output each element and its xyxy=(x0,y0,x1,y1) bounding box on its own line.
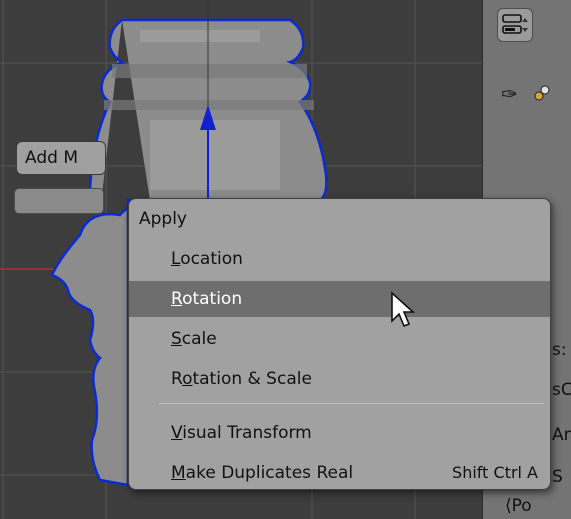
menu-title: Apply xyxy=(139,209,187,229)
panel-fragment: ⟨Po xyxy=(505,496,532,516)
modifier-header[interactable] xyxy=(14,188,104,214)
menu-item-make-duplicates-real[interactable]: Make Duplicates Real Shift Ctrl A xyxy=(129,455,550,491)
object-data-icon[interactable] xyxy=(533,84,551,102)
menu-item-label: ake Duplicates Real xyxy=(185,463,354,483)
panel-fragment: sC xyxy=(552,380,571,400)
mnemonic: M xyxy=(171,463,186,483)
mnemonic: S xyxy=(171,329,182,349)
menu-item-rotation-scale[interactable]: Rotation & Scale xyxy=(129,361,550,397)
mnemonic: V xyxy=(171,423,183,443)
menu-item-label-prefix: R xyxy=(171,369,183,389)
menu-item-scale[interactable]: Scale xyxy=(129,321,550,357)
menu-item-label: ocation xyxy=(180,249,243,269)
panel-fragment: S xyxy=(552,467,563,487)
menu-item-label: isual Transform xyxy=(182,423,312,443)
panel-fragment: An xyxy=(552,425,571,445)
menu-item-label: cale xyxy=(181,329,217,349)
menu-item-visual-transform[interactable]: Visual Transform xyxy=(129,415,550,451)
mouse-cursor-icon xyxy=(391,291,416,328)
mnemonic: L xyxy=(171,249,181,269)
editor-type-button[interactable] xyxy=(497,8,533,42)
panel-fragment: s: xyxy=(552,340,567,360)
menu-item-label: tation & Scale xyxy=(192,369,312,389)
menu-item-label: otation xyxy=(182,289,243,309)
properties-editor-icon xyxy=(502,14,528,34)
mnemonic: R xyxy=(171,289,183,309)
add-modifier-button[interactable]: Add M xyxy=(16,141,106,175)
menu-separator xyxy=(159,403,544,404)
shortcut-label: Shift Ctrl A xyxy=(452,463,538,482)
apply-menu: Apply Location Rotation Scale Rotation &… xyxy=(128,198,551,490)
pin-icon[interactable]: ✑ xyxy=(501,82,518,106)
menu-item-rotation[interactable]: Rotation xyxy=(129,281,550,317)
menu-item-location[interactable]: Location xyxy=(129,241,550,277)
mnemonic: o xyxy=(182,369,193,389)
